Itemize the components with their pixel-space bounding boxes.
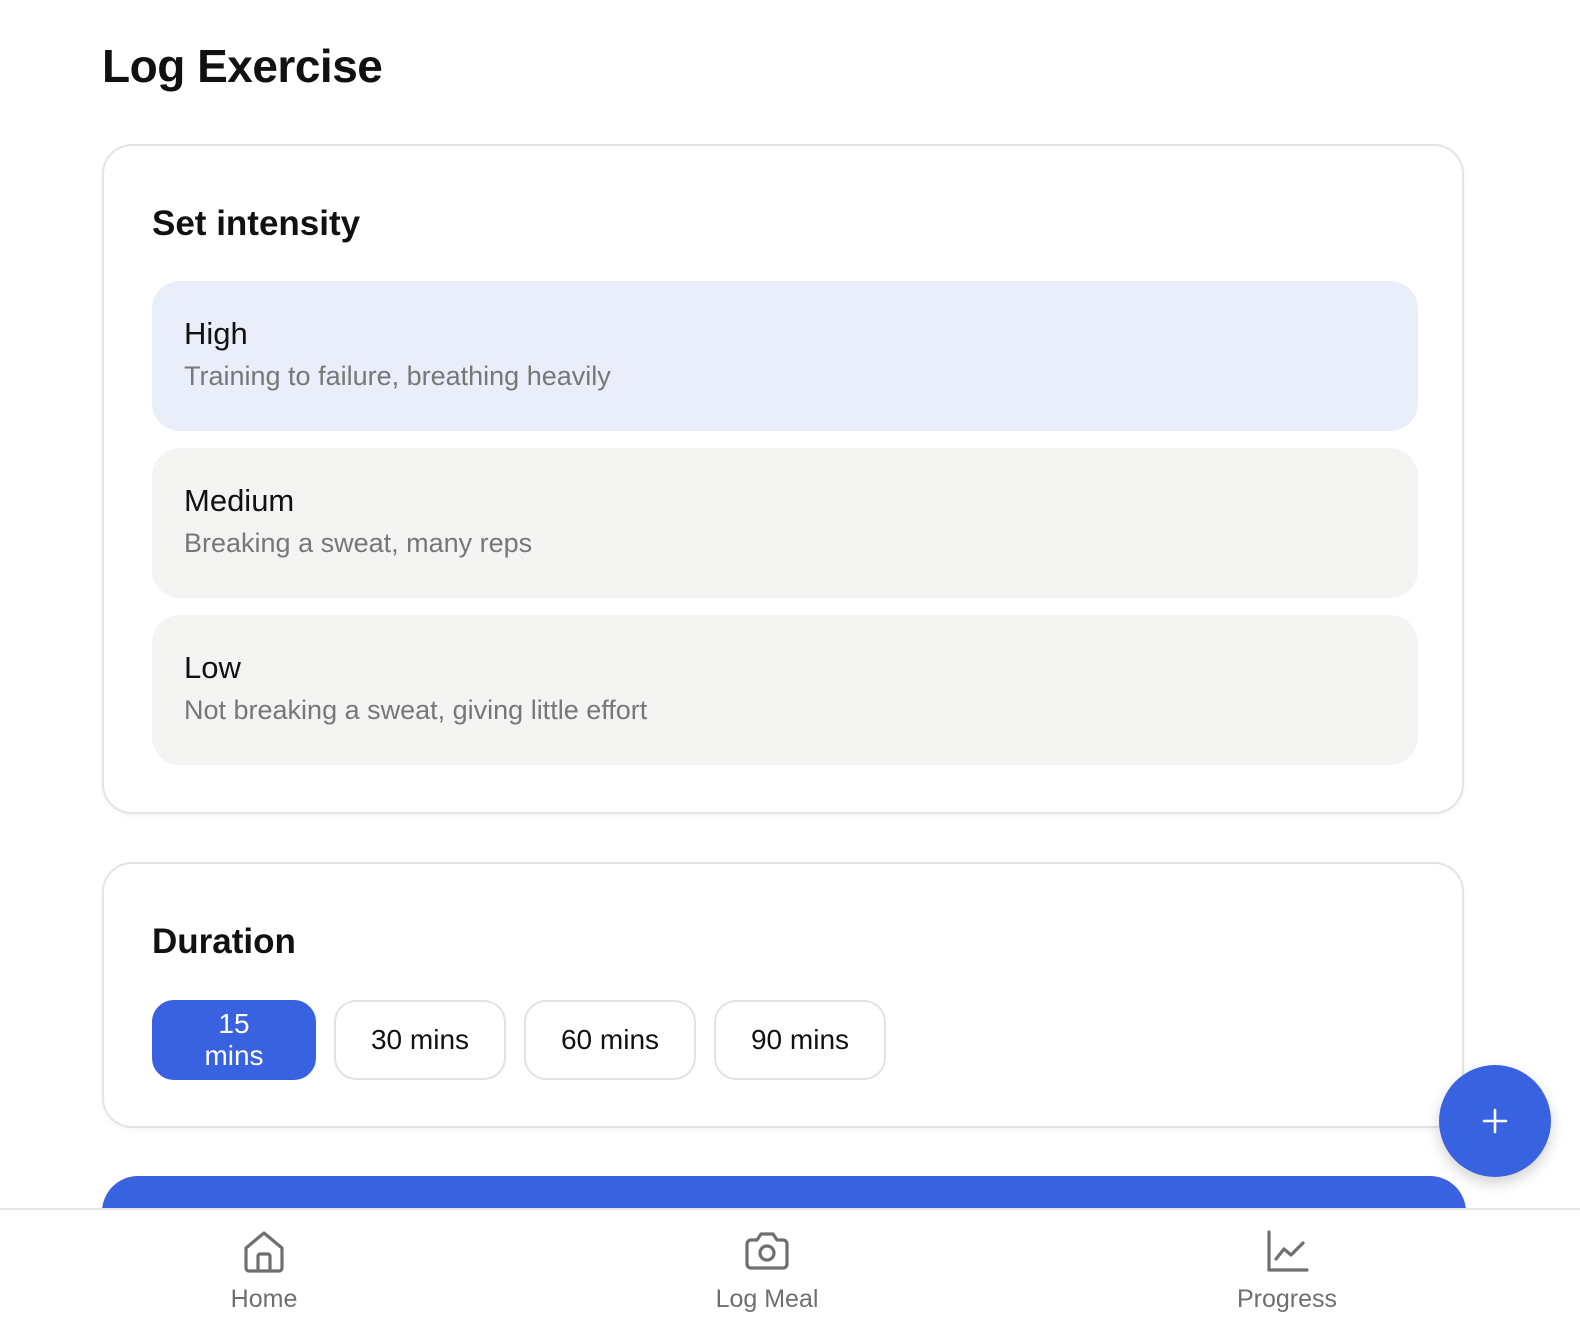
camera-icon <box>745 1232 789 1270</box>
plus-icon <box>1482 1108 1508 1134</box>
nav-label-home: Home <box>230 1285 298 1313</box>
log-exercise-screen: Log Exercise Set intensity High Training… <box>0 0 1580 1326</box>
intensity-option-name: High <box>184 316 248 351</box>
nav-label-log-meal: Log Meal <box>715 1285 819 1313</box>
intensity-option-description: Not breaking a sweat, giving little effo… <box>184 695 648 725</box>
intensity-card-title: Set intensity <box>152 204 361 243</box>
line-chart-icon <box>1267 1230 1309 1272</box>
page-title: Log Exercise <box>102 40 383 92</box>
intensity-option-name: Medium <box>184 483 295 518</box>
intensity-option-high[interactable]: High Training to failure, breathing heav… <box>152 281 1418 431</box>
duration-chip-30[interactable]: 30 mins <box>334 1000 506 1080</box>
duration-card: Duration 15 mins 30 mins 60 mins 90 mins <box>102 862 1464 1128</box>
intensity-option-description: Training to failure, breathing heavily <box>184 361 611 391</box>
duration-chip-60[interactable]: 60 mins <box>524 1000 696 1080</box>
duration-chip-15[interactable]: 15 mins <box>152 1000 316 1080</box>
add-fab-button[interactable] <box>1439 1065 1551 1177</box>
nav-item-progress[interactable]: Progress <box>1187 1228 1387 1326</box>
duration-chip-group: 15 mins 30 mins 60 mins 90 mins <box>152 1000 886 1080</box>
intensity-card: Set intensity High Training to failure, … <box>102 144 1464 814</box>
intensity-option-description: Breaking a sweat, many reps <box>184 528 533 558</box>
duration-chip-90[interactable]: 90 mins <box>714 1000 886 1080</box>
duration-card-title: Duration <box>152 922 296 961</box>
nav-item-home[interactable]: Home <box>164 1228 364 1326</box>
home-icon <box>244 1231 284 1273</box>
intensity-option-medium[interactable]: Medium Breaking a sweat, many reps <box>152 448 1418 598</box>
nav-item-log-meal[interactable]: Log Meal <box>667 1228 867 1326</box>
nav-label-progress: Progress <box>1236 1285 1338 1313</box>
bottom-navigation: Home Log Meal Progress <box>0 1208 1580 1326</box>
intensity-option-name: Low <box>184 650 241 685</box>
intensity-option-low[interactable]: Low Not breaking a sweat, giving little … <box>152 615 1418 765</box>
